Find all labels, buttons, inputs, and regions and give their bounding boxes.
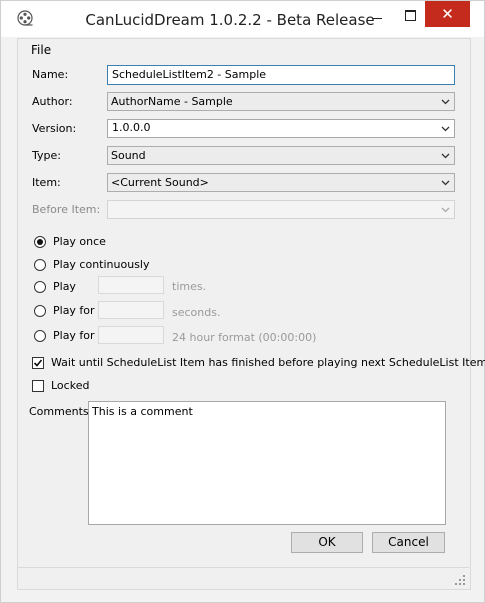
maximize-button[interactable] — [395, 3, 425, 27]
play-for-seconds-radio[interactable] — [34, 305, 46, 317]
ok-button[interactable]: OK — [291, 532, 363, 553]
play-times-radio[interactable] — [34, 281, 46, 293]
window-title: CanLucidDream 1.0.2.2 - Beta Release — [85, 11, 375, 29]
wait-checkbox-label[interactable]: Wait until ScheduleList Item has finishe… — [51, 356, 485, 369]
author-label: Author: — [32, 95, 73, 108]
close-icon: ✕ — [441, 5, 454, 23]
play-seconds-input[interactable] — [98, 301, 164, 319]
name-label: Name: — [32, 68, 69, 81]
play-time-input[interactable] — [98, 326, 164, 344]
author-select[interactable]: AuthorName - Sample — [107, 92, 455, 111]
menu-bar — [18, 40, 469, 60]
comments-textarea[interactable]: This is a comment — [88, 401, 446, 525]
chevron-down-icon — [441, 207, 450, 213]
wait-checkbox[interactable] — [32, 357, 44, 369]
close-button[interactable]: ✕ — [425, 1, 470, 27]
comments-label: Comments: — [29, 405, 93, 418]
chevron-down-icon — [441, 180, 450, 186]
chevron-down-icon — [441, 126, 450, 132]
locked-label[interactable]: Locked — [51, 379, 89, 392]
locked-checkbox[interactable] — [32, 380, 44, 392]
minimize-button[interactable] — [362, 3, 392, 27]
minimize-icon — [372, 17, 382, 19]
type-label: Type: — [32, 149, 61, 162]
chevron-down-icon — [441, 153, 450, 159]
film-reel-icon — [17, 10, 33, 26]
play-continuously-label[interactable]: Play continuously — [53, 258, 150, 271]
play-once-radio[interactable] — [34, 236, 46, 248]
resize-grip-icon[interactable] — [455, 575, 466, 586]
maximize-icon — [404, 9, 416, 21]
name-field[interactable]: ScheduleListItem2 - Sample — [107, 65, 455, 85]
play-for-time-label[interactable]: Play for — [53, 329, 95, 342]
item-label: Item: — [32, 176, 61, 189]
chevron-down-icon — [441, 99, 450, 105]
version-label: Version: — [32, 122, 77, 135]
item-select-value: <Current Sound> — [111, 176, 209, 189]
version-combo[interactable]: 1.0.0.0 — [107, 119, 455, 138]
status-bar — [18, 567, 469, 589]
version-value: 1.0.0.0 — [112, 121, 151, 134]
author-select-value: AuthorName - Sample — [111, 95, 233, 108]
item-select[interactable]: <Current Sound> — [107, 173, 455, 192]
play-continuously-radio[interactable] — [34, 259, 46, 271]
play-for-time-radio[interactable] — [34, 330, 46, 342]
play-times-input[interactable] — [98, 276, 164, 294]
seconds-hint: seconds. — [172, 306, 221, 319]
cancel-button[interactable]: Cancel — [372, 532, 445, 553]
time-format-hint: 24 hour format (00:00:00) — [172, 331, 317, 344]
menu-file[interactable]: File — [31, 43, 51, 57]
times-hint: times. — [172, 280, 207, 293]
radio-selected-dot — [37, 239, 43, 245]
play-once-label[interactable]: Play once — [53, 235, 106, 248]
before-item-select[interactable] — [107, 200, 455, 219]
play-times-label[interactable]: Play — [53, 280, 76, 293]
checkmark-icon — [33, 359, 43, 367]
type-select[interactable]: Sound — [107, 146, 455, 165]
type-select-value: Sound — [111, 149, 146, 162]
before-item-label: Before Item: — [32, 203, 101, 216]
play-for-seconds-label[interactable]: Play for — [53, 304, 95, 317]
